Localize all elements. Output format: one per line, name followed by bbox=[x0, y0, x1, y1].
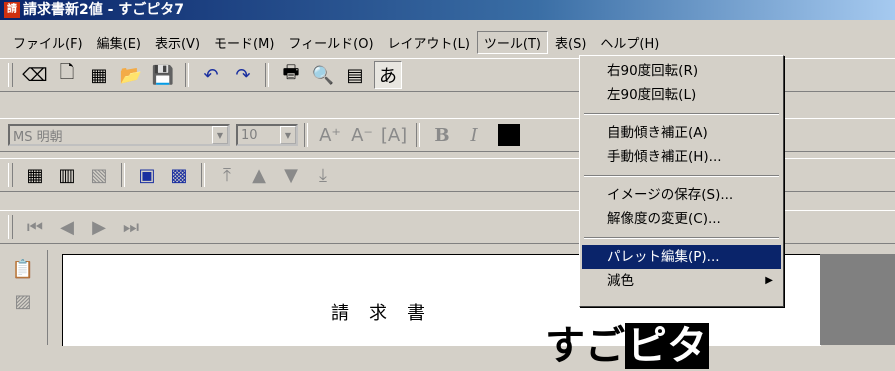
open-folder-icon[interactable]: 📂 bbox=[118, 62, 144, 88]
font-grow-icon[interactable]: A⁺ bbox=[317, 122, 343, 148]
menu-edit[interactable]: 編集(E) bbox=[90, 31, 148, 54]
bold-button[interactable]: B bbox=[429, 122, 455, 148]
tools-dropdown-menu: 右90度回転(R) 左90度回転(L) 自動傾き補正(A) 手動傾き補正(H).… bbox=[579, 55, 784, 307]
move-up-icon[interactable]: ▲ bbox=[246, 162, 272, 188]
separator bbox=[304, 123, 308, 147]
menu-item-palette-edit[interactable]: パレット編集(P)... bbox=[582, 245, 781, 269]
toolbar-grip[interactable] bbox=[8, 215, 13, 239]
menu-item-change-resolution[interactable]: 解像度の変更(C)... bbox=[582, 207, 781, 231]
window-title: 請求書新2値 - すごピタ7 bbox=[23, 2, 185, 18]
next-page-icon[interactable]: ▶ bbox=[86, 214, 112, 240]
separator bbox=[416, 123, 420, 147]
menu-item-color-reduction[interactable]: 減色 ▶ bbox=[582, 269, 781, 293]
clipboard-icon[interactable]: 📋 bbox=[10, 256, 36, 282]
menu-item-manual-deskew[interactable]: 手動傾き補正(H)... bbox=[582, 145, 781, 169]
print-icon[interactable]: 🖶 bbox=[278, 62, 304, 88]
font-fit-icon[interactable]: [A] bbox=[381, 122, 407, 148]
chevron-down-icon[interactable]: ▼ bbox=[212, 126, 228, 144]
move-top-icon[interactable]: ⤒ bbox=[214, 162, 240, 188]
logo-prefix: すご bbox=[545, 323, 625, 369]
menu-table[interactable]: 表(S) bbox=[548, 31, 593, 54]
menu-item-rotate-left[interactable]: 左90度回転(L) bbox=[582, 83, 781, 107]
italic-button[interactable]: I bbox=[461, 122, 487, 148]
toolbar-grip[interactable] bbox=[8, 63, 13, 87]
move-down-icon[interactable]: ▼ bbox=[278, 162, 304, 188]
undo-icon[interactable]: ↶ bbox=[198, 62, 224, 88]
toolbar-grip[interactable] bbox=[8, 163, 13, 187]
menu-view[interactable]: 表示(V) bbox=[148, 31, 207, 54]
font-name-select[interactable]: MS 明朝 ▼ bbox=[8, 124, 230, 146]
image-icon[interactable]: ▨ bbox=[10, 288, 36, 314]
menu-separator bbox=[584, 175, 779, 177]
form-icon[interactable]: ▦ bbox=[86, 62, 112, 88]
menu-item-rotate-right[interactable]: 右90度回転(R) bbox=[582, 59, 781, 83]
menu-item-auto-deskew[interactable]: 自動傾き補正(A) bbox=[582, 121, 781, 145]
menu-separator bbox=[584, 237, 779, 239]
menu-layout[interactable]: レイアウト(L) bbox=[381, 31, 477, 54]
document-heading: 請求書 bbox=[331, 303, 445, 324]
previous-page-icon[interactable]: ◀ bbox=[54, 214, 80, 240]
print-preview-icon[interactable]: 🔍 bbox=[310, 62, 336, 88]
left-tool-panel: 📋 ▨ bbox=[0, 250, 48, 345]
logo: すごピタ bbox=[545, 313, 709, 371]
redo-icon[interactable]: ↷ bbox=[230, 62, 256, 88]
font-shrink-icon[interactable]: A⁻ bbox=[349, 122, 375, 148]
chevron-down-icon[interactable]: ▼ bbox=[280, 126, 296, 144]
table-insert-icon[interactable]: ▥ bbox=[54, 162, 80, 188]
font-size-select[interactable]: 10 ▼ bbox=[236, 124, 298, 146]
first-page-icon[interactable]: ⏮ bbox=[22, 214, 48, 240]
table-format-icon[interactable]: ▩ bbox=[166, 162, 192, 188]
menu-help[interactable]: ヘルプ(H) bbox=[593, 31, 666, 54]
menu-tools[interactable]: ツール(T) bbox=[476, 30, 549, 54]
menu-item-save-image[interactable]: イメージの保存(S)... bbox=[582, 183, 781, 207]
new-file-icon[interactable]: 🗋 bbox=[54, 62, 80, 88]
menu-field[interactable]: フィールド(O) bbox=[281, 31, 380, 54]
canvas-background bbox=[820, 254, 895, 345]
font-size-value: 10 bbox=[241, 127, 258, 143]
menu-file[interactable]: ファイル(F) bbox=[6, 31, 90, 54]
table-icon[interactable]: ▦ bbox=[22, 162, 48, 188]
separator bbox=[121, 163, 125, 187]
app-icon: 請 bbox=[4, 2, 20, 18]
table-select-icon[interactable]: ▣ bbox=[134, 162, 160, 188]
separator bbox=[265, 63, 269, 87]
menu-separator bbox=[584, 113, 779, 115]
last-page-icon[interactable]: ⏭ bbox=[118, 214, 144, 240]
separator bbox=[201, 163, 205, 187]
menu-mode[interactable]: モード(M) bbox=[207, 31, 281, 54]
title-bar: 請 請求書新2値 - すごピタ7 bbox=[0, 0, 895, 20]
font-name-value: MS 明朝 bbox=[13, 129, 63, 145]
ocr-text-icon[interactable]: あ bbox=[374, 61, 402, 89]
menu-bar: ファイル(F) 編集(E) 表示(V) モード(M) フィールド(O) レイアウ… bbox=[0, 30, 895, 54]
move-bottom-icon[interactable]: ⤓ bbox=[310, 162, 336, 188]
separator bbox=[185, 63, 189, 87]
logo-highlight: ピタ bbox=[625, 323, 709, 369]
submenu-arrow-icon: ▶ bbox=[765, 275, 773, 286]
menu-item-color-reduction-label: 減色 bbox=[607, 273, 634, 289]
color-swatch[interactable] bbox=[498, 124, 520, 146]
scan-icon[interactable]: ▤ bbox=[342, 62, 368, 88]
table-split-icon[interactable]: ▧ bbox=[86, 162, 112, 188]
save-icon[interactable]: 💾 bbox=[150, 62, 176, 88]
eraser-icon[interactable]: ⌫ bbox=[22, 62, 48, 88]
